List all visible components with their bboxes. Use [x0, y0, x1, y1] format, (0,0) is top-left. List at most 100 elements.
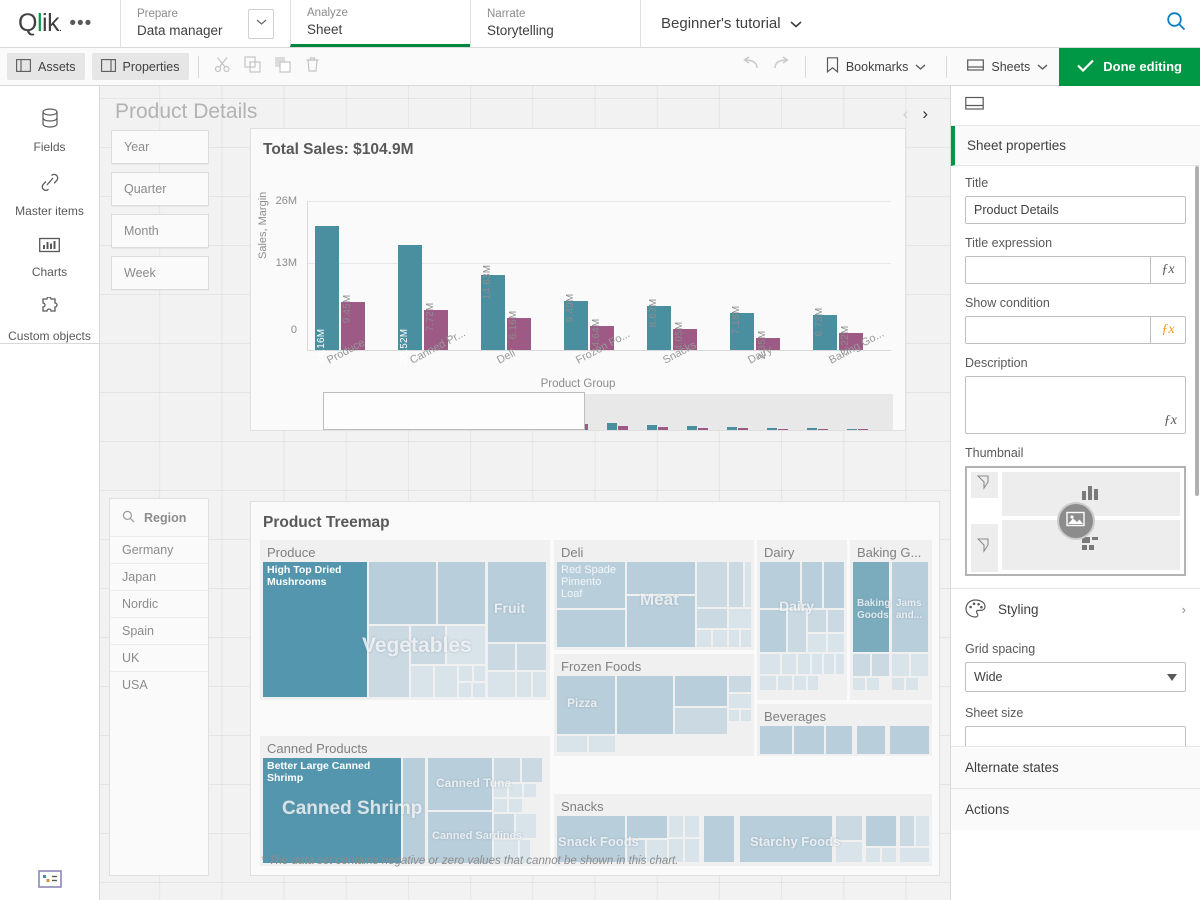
qlik-logo[interactable]: Qlik. [18, 9, 61, 38]
treemap-leaf-highlighted[interactable]: Better Large Canned Shrimp [263, 758, 401, 863]
barchart-plot-area[interactable]: Sales, Margin 26M 13M 0 24.16M 9 [251, 159, 905, 389]
bar-margin[interactable]: 6.16M [507, 318, 531, 350]
sheet-properties-header[interactable]: Sheet properties [951, 126, 1200, 166]
description-input[interactable]: ƒx [965, 376, 1186, 434]
more-options-icon[interactable]: ••• [69, 19, 92, 29]
bar-group-deli[interactable]: 14.63M 6.16M [481, 275, 531, 350]
prepare-dropdown-button[interactable] [248, 9, 274, 39]
nav-section-prepare[interactable]: Prepare Data manager [120, 0, 290, 47]
filterpane-year[interactable]: Year [111, 130, 209, 164]
chart-scroll-minimap[interactable] [323, 394, 893, 430]
copy-button[interactable] [238, 52, 268, 82]
treemap-group-frozen-foods[interactable]: Frozen Foods Pizza [554, 654, 754, 756]
bar-group-canned-products[interactable]: 20.52M 7.72M [398, 245, 448, 350]
next-sheet-button[interactable]: › [922, 104, 928, 124]
paste-button[interactable] [268, 52, 298, 82]
grid-spacing-select[interactable]: Wide [965, 662, 1186, 692]
treemap-group-deli[interactable]: Deli Red Spade Pimento Loaf [554, 540, 754, 650]
chevron-right-icon[interactable]: › [1182, 602, 1186, 617]
properties-scrollbar[interactable] [1195, 166, 1199, 496]
bar-sales[interactable]: 9.49M [564, 301, 588, 350]
copy-icon [244, 56, 261, 78]
sheet-canvas[interactable]: Product Details ‹ › Year Quarter Month W… [100, 86, 950, 900]
bar-sales[interactable]: 8.63M [647, 306, 671, 350]
assets-toggle-button[interactable]: Assets [7, 53, 85, 80]
nav-section-narrate[interactable]: Narrate Storytelling [470, 0, 640, 47]
treemap-group-label: Canned Products [260, 736, 550, 756]
sheets-label: Sheets [991, 60, 1030, 74]
styling-section-row[interactable]: Styling › [951, 588, 1200, 630]
bar-group-dairy[interactable]: 7.18M 2.35M [730, 313, 780, 350]
treemap-group-produce[interactable]: Produce High Top Dried Mushrooms [260, 540, 550, 700]
magnifier-icon[interactable] [122, 510, 135, 526]
bar-sales[interactable]: 14.63M [481, 275, 505, 350]
sheets-menu[interactable]: Sheets [956, 48, 1059, 86]
filterpane-quarter[interactable]: Quarter [111, 172, 209, 206]
description-fx-button[interactable]: ƒx [1164, 413, 1177, 429]
title-expression-fx-button[interactable]: ƒx [1150, 256, 1186, 284]
list-item[interactable]: USA [110, 671, 208, 698]
treemap-group-baking-goods[interactable]: Baking G... Baking Goods Jams and... [850, 540, 932, 700]
bar-sales[interactable]: 6.73M [813, 315, 837, 350]
list-item[interactable]: UK [110, 644, 208, 671]
thumbnail-preview[interactable] [965, 466, 1186, 576]
list-item[interactable]: Germany [110, 536, 208, 563]
nav-section-analyze[interactable]: Analyze Sheet [290, 0, 470, 47]
redo-button[interactable] [766, 52, 796, 82]
show-condition-fx-button[interactable]: ƒx [1150, 316, 1186, 344]
minimap-window-handle[interactable] [323, 392, 585, 430]
delete-button[interactable] [298, 52, 328, 82]
title-input[interactable]: Product Details [965, 196, 1186, 224]
nav-narrate-label: Narrate [487, 7, 624, 22]
edit-toolbar: Assets Properties [0, 48, 1200, 86]
treemap-group-dairy[interactable]: Dairy [757, 540, 847, 700]
treemap-object[interactable]: Product Treemap Produce High Top Dried M… [250, 501, 940, 876]
alternate-states-label: Alternate states [965, 760, 1059, 775]
properties-body[interactable]: Title Product Details Title expression ƒ… [951, 166, 1200, 900]
properties-tab-bar[interactable] [951, 86, 1200, 126]
bookmarks-menu[interactable]: Bookmarks [815, 48, 938, 86]
fx-icon: ƒx [1161, 262, 1174, 278]
list-item[interactable]: Japan [110, 563, 208, 590]
alternate-states-row[interactable]: Alternate states [951, 746, 1200, 788]
sidebar-item-charts[interactable]: Charts [0, 226, 100, 287]
filterpane-month[interactable]: Month [111, 214, 209, 248]
treemap-leaf-highlighted[interactable]: Red Spade Pimento Loaf [557, 562, 625, 608]
nav-analyze-label: Analyze [307, 6, 454, 21]
undo-icon [741, 56, 761, 77]
actions-row[interactable]: Actions [951, 788, 1200, 830]
list-item[interactable]: Nordic [110, 590, 208, 617]
barchart-object[interactable]: Total Sales: $104.9M Sales, Margin 26M 1… [250, 128, 906, 431]
region-header[interactable]: Region [110, 499, 208, 536]
list-item[interactable]: Spain [110, 617, 208, 644]
done-editing-button[interactable]: Done editing [1059, 48, 1200, 86]
sheet-icon[interactable] [965, 96, 984, 116]
filterpane-week[interactable]: Week [111, 256, 209, 290]
sidebar-item-custom-objects[interactable]: Custom objects [0, 287, 100, 351]
filterpane-label: Quarter [124, 182, 166, 196]
cut-button[interactable] [208, 52, 238, 82]
filterpane-label: Month [124, 224, 159, 238]
app-title-selector[interactable]: Beginner's tutorial [640, 0, 880, 47]
bar-sales[interactable]: 24.16M [315, 226, 339, 350]
bar-sales[interactable]: 20.52M [398, 245, 422, 350]
link-icon [39, 172, 61, 198]
show-condition-label: Show condition [965, 296, 1186, 310]
bar-sales[interactable]: 7.18M [730, 313, 754, 350]
filterpane-region[interactable]: Region Germany Japan Nordic Spain UK USA [109, 498, 209, 876]
sidebar-item-master-items[interactable]: Master items [0, 162, 100, 226]
title-expression-input[interactable] [965, 256, 1150, 284]
show-condition-input[interactable] [965, 316, 1150, 344]
thumbnail-image-button[interactable] [1057, 502, 1095, 540]
global-search-button[interactable] [1152, 0, 1200, 47]
treemap-leaf-highlighted[interactable]: High Top Dried Mushrooms [263, 562, 367, 697]
expression-editor-button[interactable] [0, 869, 100, 894]
sidebar-item-fields[interactable]: Fields [0, 98, 100, 162]
treemap-group-canned-products[interactable]: Canned Products Better Large Canned Shri… [260, 736, 550, 866]
properties-toggle-button[interactable]: Properties [92, 53, 189, 80]
treemap-plot-area[interactable]: Produce High Top Dried Mushrooms [260, 540, 930, 845]
previous-sheet-button[interactable]: ‹ [903, 104, 909, 124]
bar-group-produce[interactable]: 24.16M 9.45M [315, 226, 365, 350]
undo-button[interactable] [736, 52, 766, 82]
treemap-group-beverages[interactable]: Beverages [757, 704, 932, 756]
